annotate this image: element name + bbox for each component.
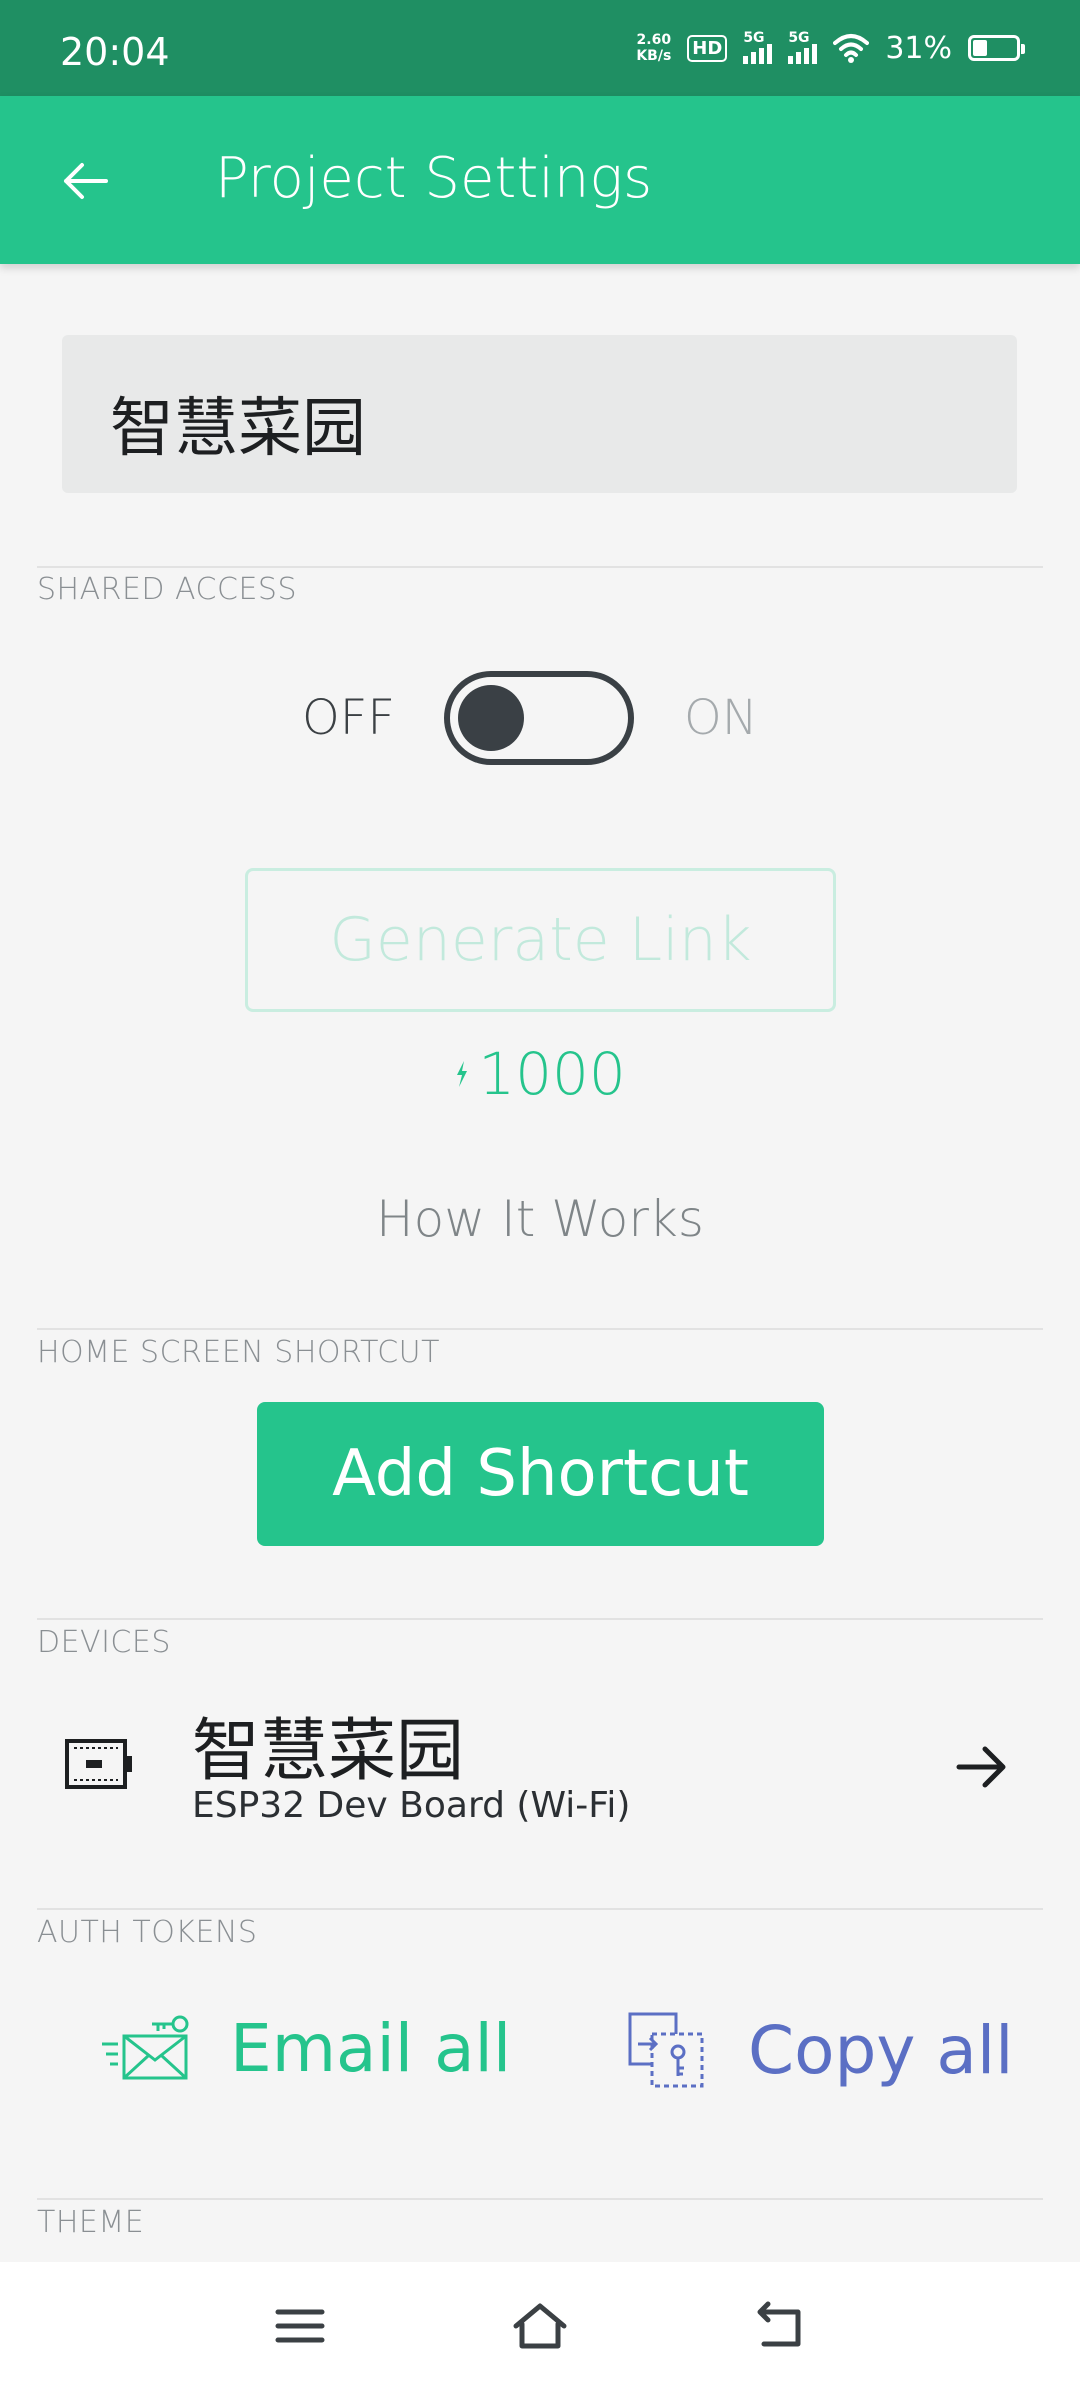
lightning-icon	[457, 1061, 468, 1087]
status-bar: 20:04 2.60 KB/s HD 5G 5G 31%	[0, 0, 1080, 96]
divider	[37, 1618, 1043, 1620]
arrow-right-icon	[956, 1746, 1006, 1788]
email-all-button[interactable]: Email all	[100, 2010, 511, 2087]
app-bar: Project Settings	[0, 96, 1080, 264]
divider	[37, 566, 1043, 568]
energy-cost-value: 1000	[478, 1040, 626, 1108]
net-speed: 2.60 KB/s	[636, 32, 672, 64]
toggle-off-label: OFF	[302, 690, 395, 746]
device-board: ESP32 Dev Board (Wi-Fi)	[192, 1785, 631, 1826]
divider	[37, 1328, 1043, 1330]
battery-percent: 31%	[885, 30, 952, 66]
toggle-on-label: ON	[684, 690, 758, 746]
device-row[interactable]: 智慧菜园 ESP32 Dev Board (Wi-Fi)	[0, 1680, 1080, 1840]
back-nav-icon[interactable]	[750, 2298, 810, 2354]
how-it-works-link[interactable]: How It Works	[0, 1190, 1080, 1248]
divider	[37, 1908, 1043, 1910]
arrow-left-icon	[64, 163, 108, 199]
menu-icon[interactable]	[270, 2298, 330, 2354]
energy-cost: 1000	[0, 1040, 1080, 1108]
status-time: 20:04	[60, 30, 170, 74]
section-label-theme: THEME	[37, 2205, 145, 2240]
device-name: 智慧菜园	[192, 1712, 465, 1791]
copy-all-label: Copy all	[748, 2011, 1014, 2089]
project-name-value: 智慧菜园	[110, 392, 366, 466]
board-icon	[65, 1739, 132, 1789]
back-button[interactable]	[50, 146, 120, 216]
signal-icon-sim2: 5G	[788, 30, 818, 64]
system-nav-bar	[0, 2262, 1080, 2388]
status-icons: 2.60 KB/s HD 5G 5G 31%	[636, 28, 1025, 68]
email-all-label: Email all	[230, 2010, 512, 2087]
toggle-knob	[458, 685, 524, 751]
copy-key-icon	[628, 2012, 704, 2088]
page-title: Project Settings	[215, 146, 653, 211]
section-label-home-screen-shortcut: HOME SCREEN SHORTCUT	[37, 1335, 440, 1370]
battery-icon	[968, 35, 1025, 61]
hd-icon: HD	[687, 34, 728, 62]
copy-all-button[interactable]: Copy all	[626, 2010, 1014, 2090]
email-key-icon	[102, 2015, 189, 2079]
wifi-icon	[833, 34, 870, 63]
project-name-field[interactable]: 智慧菜园	[62, 335, 1017, 493]
home-icon[interactable]	[510, 2298, 570, 2354]
shared-access-toggle[interactable]	[444, 671, 634, 765]
section-label-shared-access: SHARED ACCESS	[37, 572, 297, 607]
generate-link-button[interactable]: Generate Link	[245, 868, 836, 1012]
add-shortcut-button[interactable]: Add Shortcut	[257, 1402, 824, 1546]
divider	[37, 2198, 1043, 2200]
signal-icon-sim1: 5G	[743, 30, 773, 64]
section-label-devices: DEVICES	[37, 1625, 171, 1660]
section-label-auth-tokens: AUTH TOKENS	[37, 1915, 258, 1950]
